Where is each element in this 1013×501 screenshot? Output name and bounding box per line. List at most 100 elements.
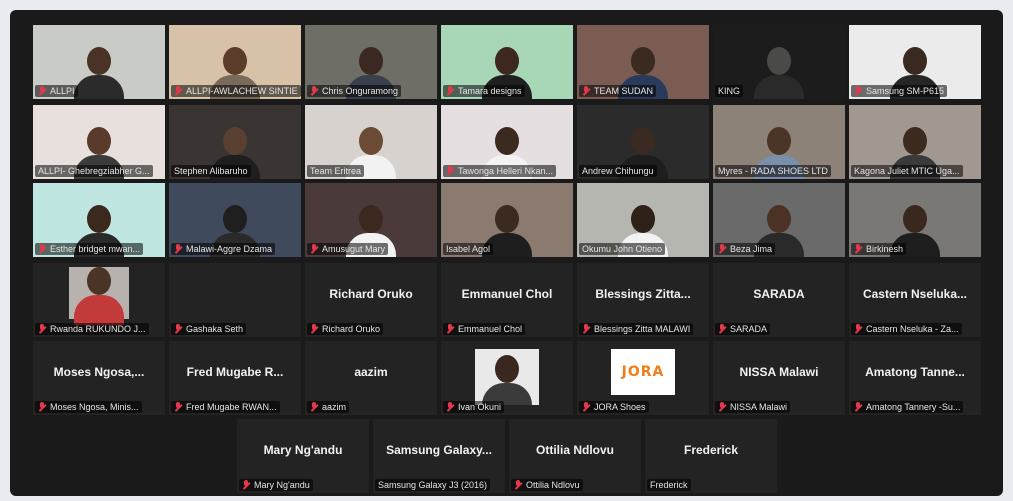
muted-mic-icon: [38, 244, 47, 254]
participant-name-label: NISSA Malawi: [715, 401, 791, 413]
participant-tile-andrew-chihungu[interactable]: Andrew Chihungu: [577, 105, 709, 179]
participant-tile-frederick[interactable]: Frederick Frederick: [645, 419, 777, 493]
participant-display-name: Emmanuel Chol: [461, 287, 553, 301]
gallery-row: Rwanda RUKUNDO J... Gashaka Seth Richard O…: [10, 263, 1003, 337]
participant-tile-tamara-designs[interactable]: Tamara designs: [441, 25, 573, 99]
participant-tile-okumu-john-otieno[interactable]: Okumu John Otieno: [577, 183, 709, 257]
participant-head: [903, 47, 927, 75]
participant-name-label: Samsung SM-P615: [851, 85, 948, 97]
participant-tile-mary-ng-andu[interactable]: Mary Ng'andu Mary Ng'andu: [237, 419, 369, 493]
participant-name: Team Eritrea: [310, 166, 362, 176]
gallery-row: Mary Ng'andu Mary Ng'andu Samsung Galaxy..…: [10, 419, 1003, 493]
participant-tile-tawonga-helleri-nkan[interactable]: Tawonga Helleri Nkan...: [441, 105, 573, 179]
participant-tile-sarada[interactable]: SARADA SARADA: [713, 263, 845, 337]
participant-display-name: SARADA: [753, 287, 805, 301]
participant-tile-team-eritrea[interactable]: Team Eritrea: [305, 105, 437, 179]
participant-name: ALLPI: [50, 86, 75, 96]
participant-name-label: Emmanuel Chol: [443, 323, 526, 335]
muted-mic-icon: [854, 244, 863, 254]
participant-display-name: Mary Ng'andu: [263, 443, 343, 457]
participant-tile-richard-oruko[interactable]: Richard Oruko Richard Oruko: [305, 263, 437, 337]
participant-name: Tawonga Helleri Nkan...: [458, 166, 554, 176]
participant-head: [767, 205, 791, 233]
participant-name: Beza Jima: [730, 244, 773, 254]
participant-name-label: Isabel Agol: [443, 243, 494, 255]
participant-tile-samsung-sm-p615[interactable]: Samsung SM-P615: [849, 25, 981, 99]
participant-name-label: SARADA: [715, 323, 771, 335]
participant-head: [495, 127, 519, 155]
participant-name-label: aazim: [307, 401, 350, 413]
participant-head: [223, 47, 247, 75]
participant-tile-beza-jima[interactable]: Beza Jima: [713, 183, 845, 257]
participant-name: Fred Mugabe RWAN...: [186, 402, 277, 412]
participant-name-label: Kagona Juliet MTIC Uga...: [851, 165, 963, 177]
participant-tile-allpi-awlachew-sintie[interactable]: ALLPI-AWLACHEW SINTIE: [169, 25, 301, 99]
participant-tile-kagona-juliet-mtic-uga[interactable]: Kagona Juliet MTIC Uga...: [849, 105, 981, 179]
participant-display-name: Frederick: [683, 443, 739, 457]
participant-name: aazim: [322, 402, 347, 412]
participant-tile-allpi[interactable]: ALLPI: [33, 25, 165, 99]
participant-body: [754, 75, 804, 99]
participant-name-label: Chris Onguramong: [307, 85, 402, 97]
participant-tile-blessings-zitta-malawi[interactable]: Blessings Zitta... Blessings Zitta MALAWI: [577, 263, 709, 337]
participant-name: ALLPI-AWLACHEW SINTIE: [186, 86, 298, 96]
participant-head: [495, 355, 519, 383]
participant-silhouette: [72, 45, 126, 99]
muted-mic-icon: [514, 480, 523, 490]
participant-name-label: Stephen Alibaruho: [171, 165, 251, 177]
participant-tile-jora-shoes[interactable]: JORA JORA Shoes: [577, 341, 709, 415]
participant-head: [631, 47, 655, 75]
participant-display-name: Castern Nseluka...: [862, 287, 968, 301]
participant-head: [495, 47, 519, 75]
participant-tile-malawi-aggre-dzama[interactable]: Malawi-Aggre Dzama: [169, 183, 301, 257]
participant-name: TEAM SUDAN: [594, 86, 654, 96]
participant-display-name: Richard Oruko: [329, 287, 413, 301]
participant-tile-moses-ngosa-minis[interactable]: Moses Ngosa,... Moses Ngosa, Minis...: [33, 341, 165, 415]
participant-name-label: Team Eritrea: [307, 165, 365, 177]
muted-mic-icon: [854, 324, 863, 334]
participant-silhouette: [480, 351, 534, 405]
participant-tile-amusugut-mary[interactable]: Amusugut Mary: [305, 183, 437, 257]
participant-tile-castern-nseluka-za[interactable]: Castern Nseluka... Castern Nseluka - Za..…: [849, 263, 981, 337]
participant-name-label: Birkinesh: [851, 243, 907, 255]
gallery-row: Esther bridget mwan... Malawi-Aggre Dzama…: [10, 183, 1003, 257]
participant-name: Frederick: [650, 480, 688, 490]
participant-name: Stephen Alibaruho: [174, 166, 248, 176]
participant-tile-samsung-galaxy-j3-2016[interactable]: Samsung Galaxy... Samsung Galaxy J3 (2016…: [373, 419, 505, 493]
participant-tile-isabel-agol[interactable]: Isabel Agol: [441, 183, 573, 257]
participant-tile-rwanda-rukundo-j[interactable]: Rwanda RUKUNDO J...: [33, 263, 165, 337]
gallery-row: ALLPI ALLPI-AWLACHEW SINTIE Chris Onguramo…: [10, 25, 1003, 99]
participant-name-label: Richard Oruko: [307, 323, 384, 335]
participant-tile-fred-mugabe-rwan[interactable]: Fred Mugabe R... Fred Mugabe RWAN...: [169, 341, 301, 415]
participant-tile-amatong-tannery-su[interactable]: Amatong Tanne... Amatong Tannery -Su...: [849, 341, 981, 415]
muted-mic-icon: [310, 402, 319, 412]
participant-tile-chris-onguramong[interactable]: Chris Onguramong: [305, 25, 437, 99]
participant-display-name: aazim: [354, 365, 388, 379]
participant-tile-team-sudan[interactable]: TEAM SUDAN: [577, 25, 709, 99]
participant-head: [87, 205, 111, 233]
participant-tile-king[interactable]: KING: [713, 25, 845, 99]
participant-name-label: Myres - RADA SHOES LTD: [715, 165, 831, 177]
participant-name: Amatong Tannery -Su...: [866, 402, 961, 412]
muted-mic-icon: [446, 166, 455, 176]
muted-mic-icon: [854, 86, 863, 96]
participant-tile-stephen-alibaruho[interactable]: Stephen Alibaruho: [169, 105, 301, 179]
participant-tile-myres-rada-shoes-ltd[interactable]: Myres - RADA SHOES LTD: [713, 105, 845, 179]
participant-name-label: Fred Mugabe RWAN...: [171, 401, 280, 413]
participant-tile-gashaka-seth[interactable]: Gashaka Seth: [169, 263, 301, 337]
participant-tile-emmanuel-chol[interactable]: Emmanuel Chol Emmanuel Chol: [441, 263, 573, 337]
participant-tile-aazim[interactable]: aazim aazim: [305, 341, 437, 415]
participant-tile-birkinesh[interactable]: Birkinesh: [849, 183, 981, 257]
participant-tile-ivan-okuni[interactable]: Ivan Okuni: [441, 341, 573, 415]
participant-tile-ottilia-ndlovu[interactable]: Ottilia Ndlovu Ottilia Ndlovu: [509, 419, 641, 493]
participant-tile-allpi-ghebregziabher-g[interactable]: ALLPI- Ghebregziabher G...: [33, 105, 165, 179]
logo-text: JORA: [621, 364, 665, 380]
participant-name: Tamara designs: [458, 86, 522, 96]
participant-name: Richard Oruko: [322, 324, 381, 334]
participant-body: [74, 75, 124, 99]
participant-name: Isabel Agol: [446, 244, 491, 254]
participant-video: [69, 267, 129, 325]
muted-mic-icon: [174, 324, 183, 334]
participant-tile-nissa-malawi[interactable]: NISSA Malawi NISSA Malawi: [713, 341, 845, 415]
participant-tile-esther-bridget-mwan[interactable]: Esther bridget mwan...: [33, 183, 165, 257]
